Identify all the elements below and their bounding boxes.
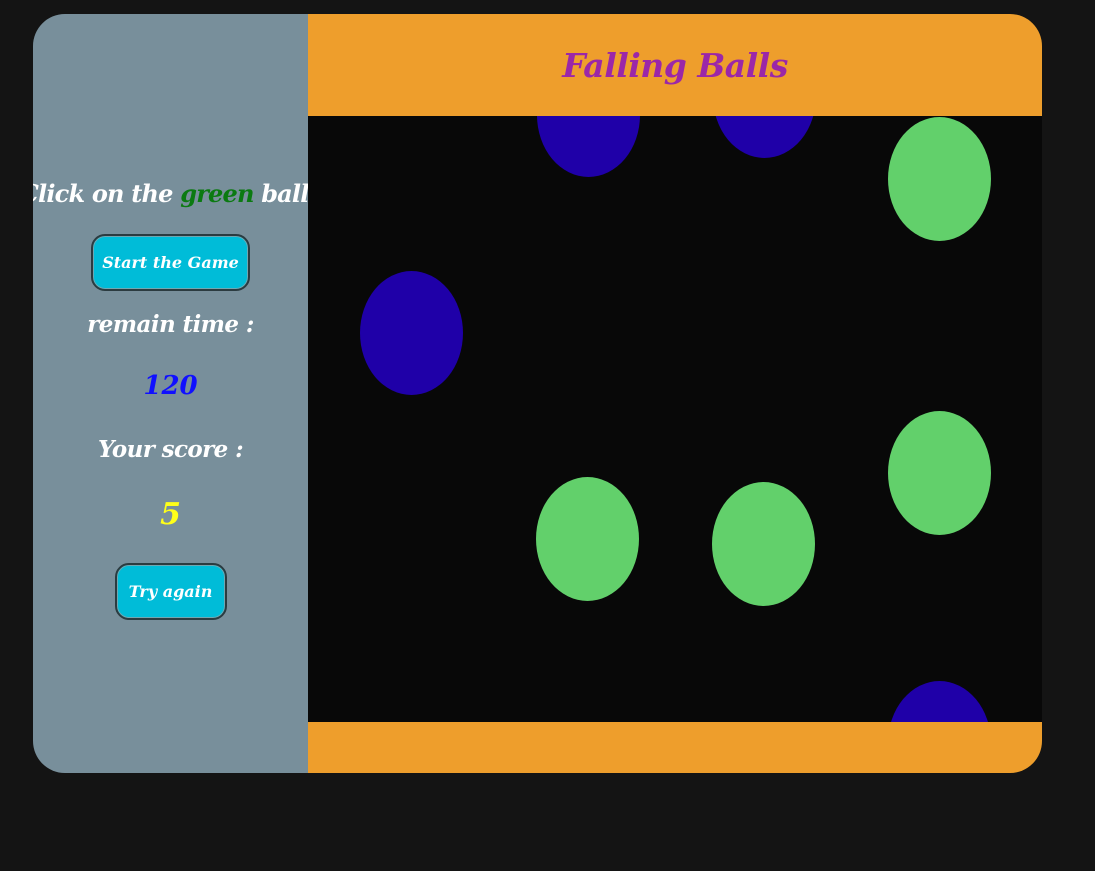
game-footer — [308, 722, 1042, 773]
play-area[interactable] — [308, 116, 1042, 722]
game-container: Click on the green balls Start the Game … — [33, 14, 1042, 773]
green-ball[interactable] — [888, 411, 991, 535]
blue-ball[interactable] — [360, 271, 463, 395]
try-again-button[interactable]: Try again — [114, 563, 227, 620]
game-title: Falling Balls — [562, 45, 788, 85]
green-ball[interactable] — [536, 477, 639, 601]
score-value: 5 — [160, 497, 181, 532]
green-ball[interactable] — [712, 482, 815, 606]
blue-ball[interactable] — [713, 116, 816, 158]
blue-ball[interactable] — [537, 116, 640, 177]
remain-time-value: 120 — [143, 371, 198, 401]
start-game-button[interactable]: Start the Game — [91, 234, 250, 291]
instruction-text: Click on the green balls — [33, 176, 322, 212]
instruction-prefix: Click on the — [33, 179, 173, 208]
sidebar: Click on the green balls Start the Game … — [33, 14, 322, 773]
remain-time-label: remain time : — [87, 311, 254, 338]
green-ball[interactable] — [888, 117, 991, 241]
game-panel: Falling Balls — [308, 14, 1042, 773]
instruction-color-word: green — [180, 179, 254, 208]
blue-ball[interactable] — [888, 681, 991, 722]
game-header: Falling Balls — [308, 14, 1042, 116]
score-label: Your score : — [98, 436, 244, 463]
